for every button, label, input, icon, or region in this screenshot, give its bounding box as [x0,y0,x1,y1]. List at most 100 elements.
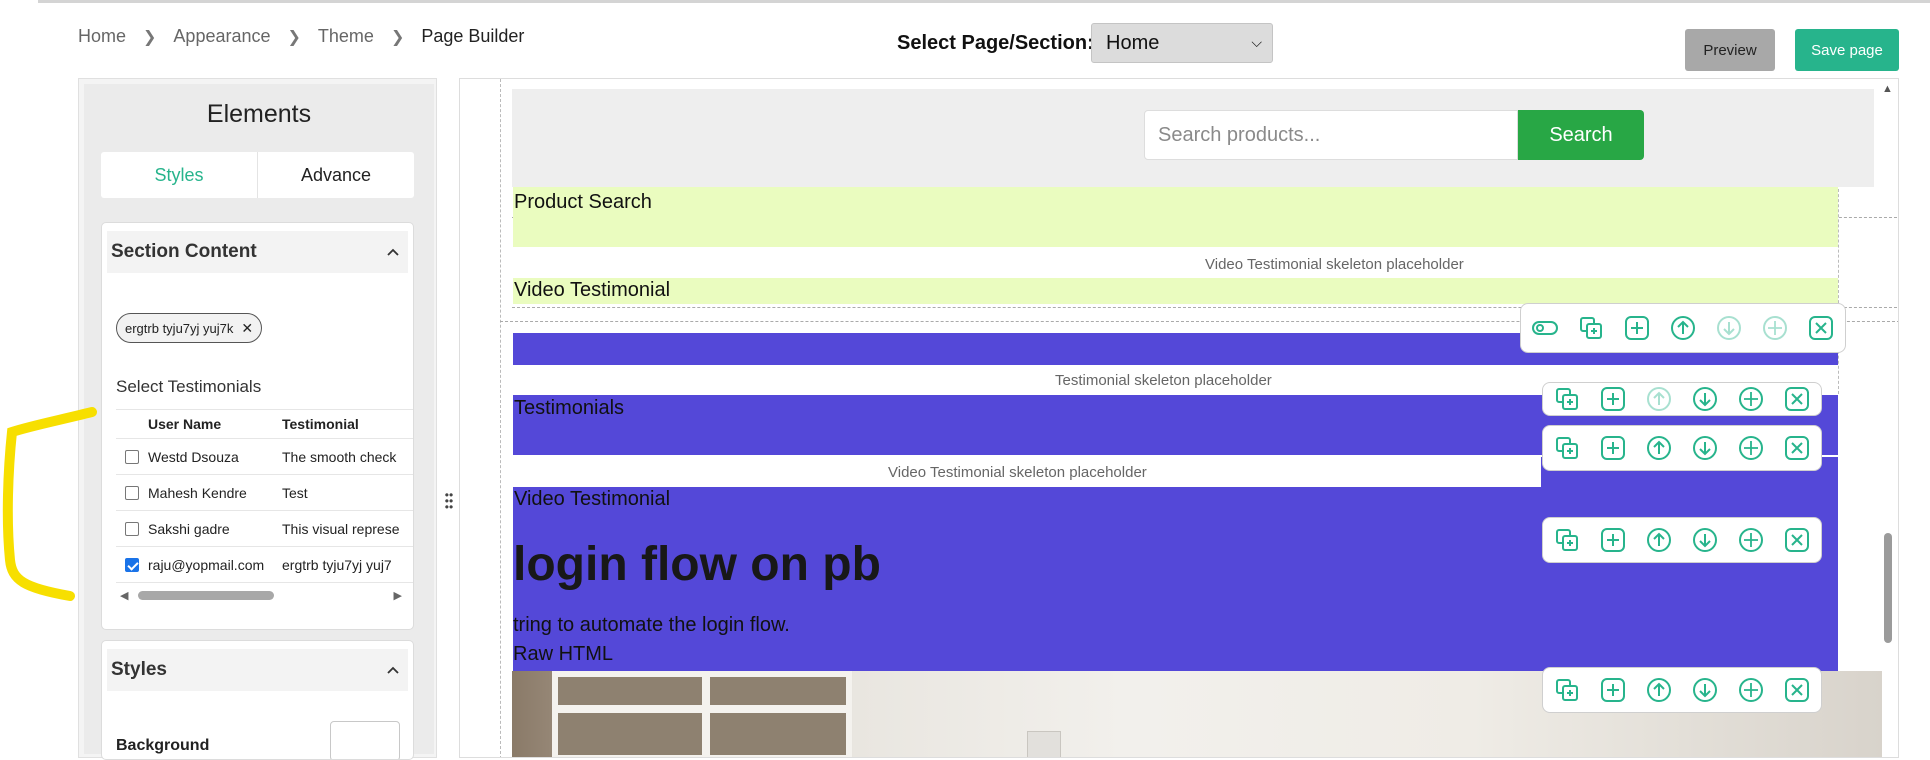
row-checkbox[interactable] [125,521,139,536]
table-header-row: User Name Testimonial [116,409,413,439]
row-testimonial: ergtrb tyju7yj yuj7 [282,556,392,573]
chip-label: ergtrb tyju7yj yuj7k [125,320,234,336]
save-page-button[interactable]: Save page [1795,29,1899,71]
table-row: Sakshi gadre This visual represe [116,511,413,547]
add-icon[interactable] [1597,383,1629,415]
breadcrumb-home[interactable]: Home [78,26,126,47]
element-toolbar [1542,667,1822,713]
row-checkbox[interactable] [125,485,139,500]
close-icon[interactable] [1781,524,1813,556]
table-row: raju@yopmail.com ergtrb tyju7yj yuj7 [116,547,413,583]
chevron-up-icon[interactable] [386,244,400,260]
tab-styles[interactable]: Styles [101,152,257,198]
testimonial-placeholder: Testimonial skeleton placeholder [1055,372,1272,389]
row-testimonial: Test [282,484,308,501]
breadcrumb-appearance[interactable]: Appearance [173,26,270,47]
element-toolbar [1542,517,1822,563]
panel-tabs: Styles Advance [101,152,414,198]
element-toolbar-partial [1542,382,1822,416]
table-horizontal-scrollbar[interactable]: ◀ ▶ [116,587,406,603]
product-search-section[interactable]: Search products... Search [512,89,1874,187]
page-section-select[interactable]: Home ⌵ [1091,23,1273,63]
testimonials-label: Testimonials [514,397,625,419]
row-checkbox[interactable] [125,449,139,464]
row-testimonial: The smooth check [282,448,397,465]
select-page-label: Select Page/Section: [897,32,1094,54]
section-content-header[interactable]: Section Content [107,231,408,273]
add-icon[interactable] [1597,432,1629,464]
canvas-vertical-scrollbar[interactable]: ▲ [1878,79,1898,679]
select-testimonials-label: Select Testimonials [116,377,262,396]
background-label: Background [116,737,210,754]
move-icon[interactable] [1759,312,1791,344]
move-icon[interactable] [1735,674,1767,706]
move-icon[interactable] [1735,524,1767,556]
video-testimonial-label: Video Testimonial [514,279,671,301]
chevron-up-icon[interactable] [386,662,400,678]
breadcrumb: Home ❯ Appearance ❯ Theme ❯ Page Builder [78,26,524,47]
video-testimonial-block[interactable] [513,278,1838,304]
column-user-name: User Name [148,416,222,432]
yellow-annotation-mark [2,407,97,601]
table-row: Westd Dsouza The smooth check [116,439,413,475]
top-divider [38,0,1930,3]
row-checkbox-checked[interactable] [125,557,139,572]
scrollbar-thumb[interactable] [138,591,274,600]
move-down-icon[interactable] [1689,524,1721,556]
breadcrumb-theme[interactable]: Theme [318,26,374,47]
canvas-guide-line [500,79,501,757]
search-products-input[interactable]: Search products... [1144,110,1518,160]
video-testimonial-label-2: Video Testimonial [514,488,671,510]
close-icon[interactable] [1805,312,1837,344]
scroll-left-icon[interactable]: ◀ [120,589,128,602]
chip-remove-icon[interactable]: ✕ [241,320,253,337]
add-icon[interactable] [1597,674,1629,706]
close-icon[interactable] [1781,674,1813,706]
duplicate-icon[interactable] [1575,312,1607,344]
duplicate-icon[interactable] [1551,674,1583,706]
scroll-up-icon[interactable]: ▲ [1882,83,1893,95]
styles-header[interactable]: Styles [107,649,408,691]
section-content-card: Section Content ergtrb tyju7yj yuj7k ✕ S… [101,222,414,630]
close-icon[interactable] [1781,383,1813,415]
duplicate-icon[interactable] [1551,383,1583,415]
move-icon[interactable] [1735,432,1767,464]
scroll-right-icon[interactable]: ▶ [394,589,402,602]
product-search-label: Product Search [514,191,652,213]
video-testimonial-placeholder-2: Video Testimonial skeleton placeholder [888,464,1147,481]
close-icon[interactable] [1781,432,1813,464]
page-select-value: Home [1106,31,1160,54]
video-testimonial-placeholder: Video Testimonial skeleton placeholder [1205,256,1464,273]
add-icon[interactable] [1597,524,1629,556]
product-search-block[interactable] [513,187,1838,247]
column-testimonial: Testimonial [282,416,359,432]
background-color-picker[interactable] [330,721,400,759]
move-up-icon[interactable] [1643,524,1675,556]
move-icon[interactable] [1735,383,1767,415]
move-down-icon[interactable] [1689,432,1721,464]
move-up-icon[interactable] [1643,432,1675,464]
move-up-icon[interactable] [1643,674,1675,706]
toggle-icon[interactable] [1529,312,1561,344]
move-up-icon[interactable] [1643,383,1675,415]
duplicate-icon[interactable] [1551,524,1583,556]
preview-button[interactable]: Preview [1685,29,1775,71]
tab-advance[interactable]: Advance [257,152,414,198]
section-toolbar [1520,303,1846,353]
row-user-name: Mahesh Kendre [148,484,247,501]
search-button[interactable]: Search [1518,110,1644,160]
duplicate-icon[interactable] [1551,432,1583,464]
move-down-icon[interactable] [1713,312,1745,344]
move-up-icon[interactable] [1667,312,1699,344]
panel-resize-handle-icon[interactable]: •• •• •• [444,489,454,513]
row-user-name: Westd Dsouza [148,448,239,465]
add-icon[interactable] [1621,312,1653,344]
styles-card: Styles Background [101,640,414,760]
move-down-icon[interactable] [1689,383,1721,415]
scrollbar-thumb[interactable] [1884,533,1892,643]
testimonials-table: User Name Testimonial Westd Dsouza The s… [116,409,413,583]
move-down-icon[interactable] [1689,674,1721,706]
elements-title: Elements [206,100,312,128]
row-user-name: Sakshi gadre [148,520,230,537]
login-flow-heading: login flow on pb [513,538,881,591]
